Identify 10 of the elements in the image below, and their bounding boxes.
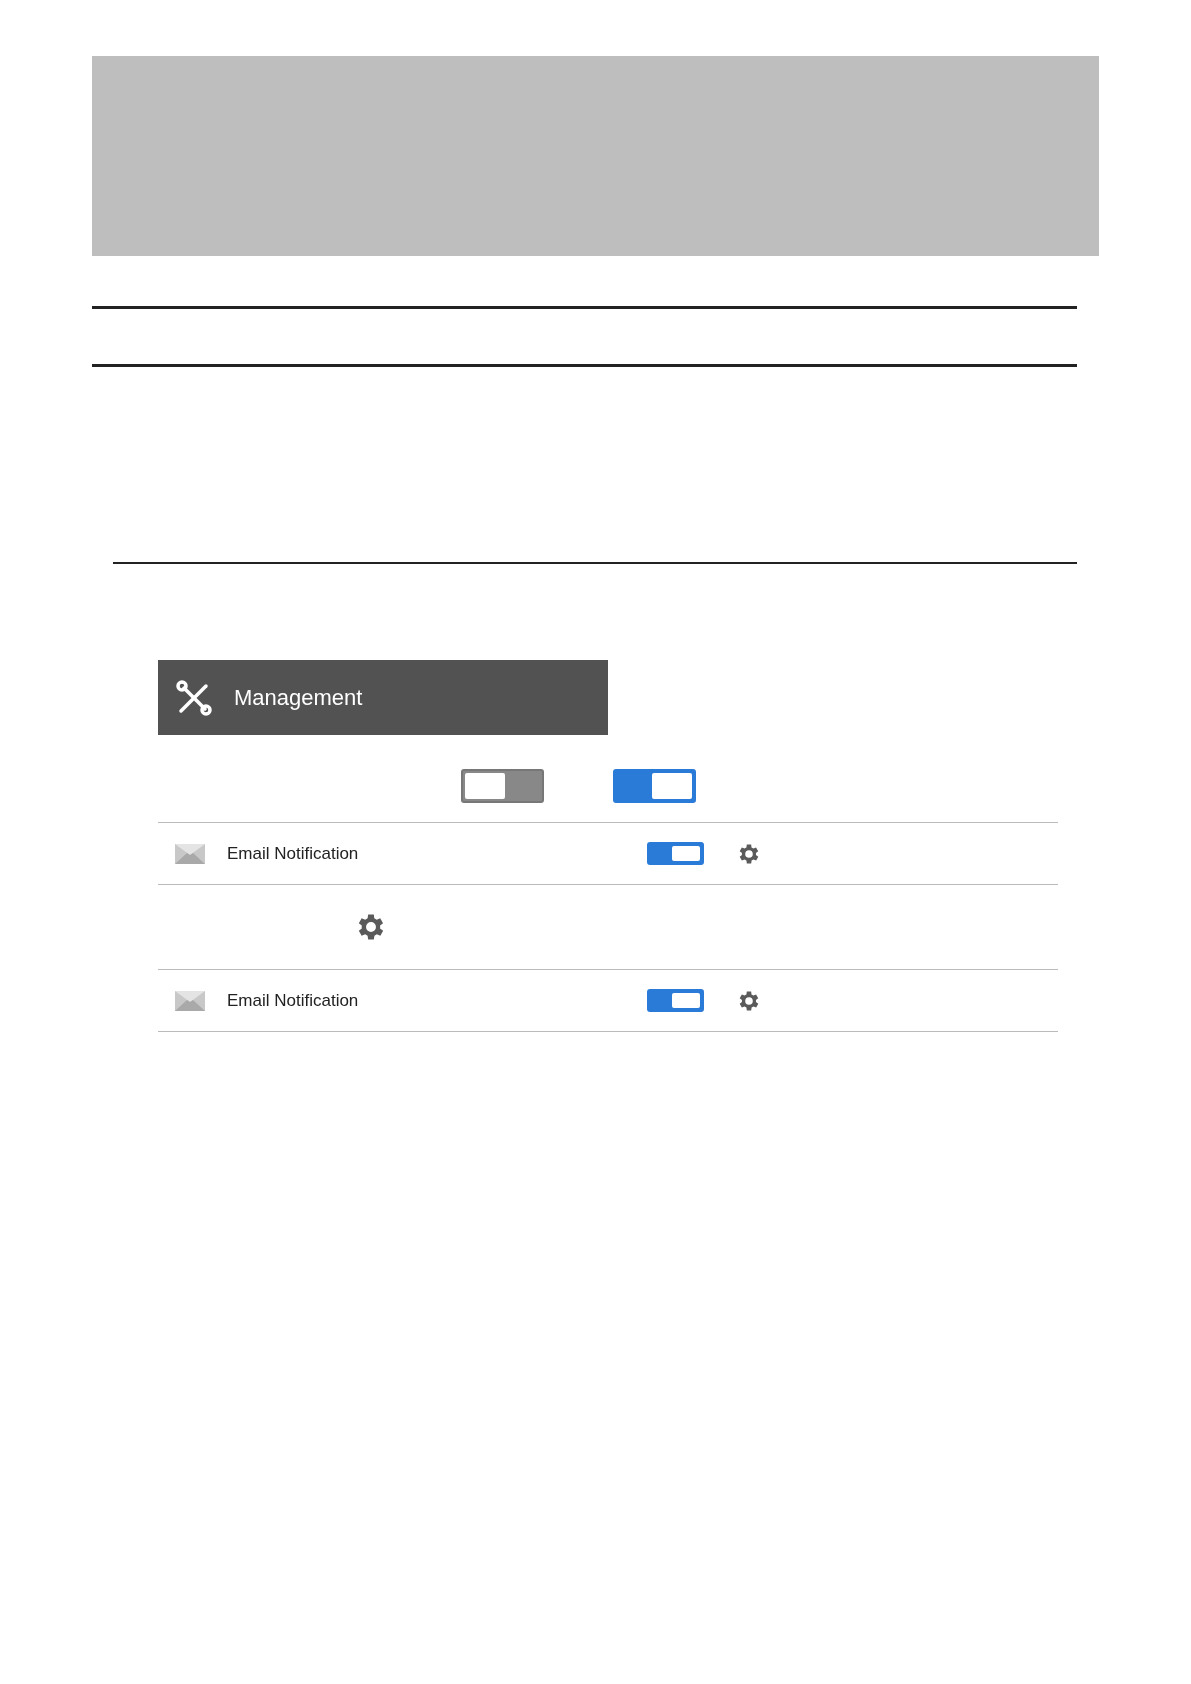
envelope-icon: [175, 843, 205, 864]
header-title: Management: [234, 684, 363, 712]
toggle-switch[interactable]: [461, 769, 544, 803]
row-label: Email Notification: [227, 842, 360, 865]
toggle-switch[interactable]: [647, 989, 704, 1012]
envelope-icon: [175, 990, 205, 1011]
tools-icon: [176, 679, 212, 716]
row-label: Email Notification: [227, 989, 360, 1012]
toggle-switch[interactable]: [647, 842, 704, 865]
toggle-switch[interactable]: [613, 769, 696, 803]
